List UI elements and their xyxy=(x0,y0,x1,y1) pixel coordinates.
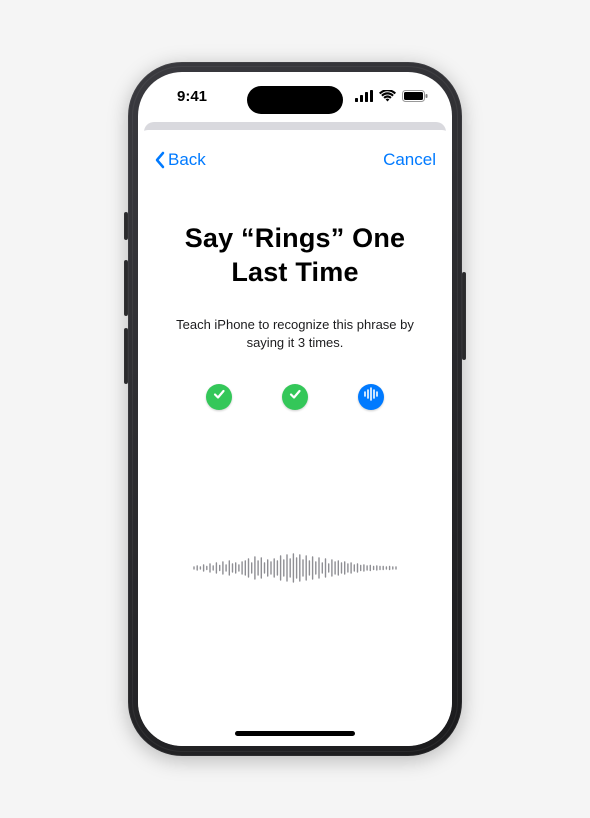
checkmark-icon xyxy=(212,387,226,406)
wifi-icon xyxy=(379,90,396,102)
recording-waveform xyxy=(154,545,436,596)
back-label: Back xyxy=(168,150,206,170)
nav-bar: Back Cancel xyxy=(154,142,436,178)
page-title: Say “Rings” One Last Time xyxy=(154,222,436,290)
phone-frame: 9:41 xyxy=(128,62,462,756)
back-button[interactable]: Back xyxy=(154,150,206,170)
battery-icon xyxy=(402,90,428,102)
status-time: 9:41 xyxy=(162,88,222,105)
attempt-2 xyxy=(282,384,308,410)
waveform-icon xyxy=(363,386,379,407)
volume-up-button xyxy=(124,260,128,316)
chevron-left-icon xyxy=(154,151,166,169)
page-subtitle: Teach iPhone to recognize this phrase by… xyxy=(154,316,436,352)
content-sheet: Back Cancel Say “Rings” One Last Time Te… xyxy=(138,130,452,746)
attempt-indicators xyxy=(154,384,436,410)
volume-down-button xyxy=(124,328,128,384)
screen: 9:41 xyxy=(138,72,452,746)
power-button xyxy=(462,272,466,360)
home-indicator[interactable] xyxy=(235,731,355,736)
attempt-3 xyxy=(358,384,384,410)
silence-switch xyxy=(124,212,128,240)
cellular-icon xyxy=(355,90,373,102)
checkmark-icon xyxy=(288,387,302,406)
dynamic-island xyxy=(247,86,343,114)
attempt-1 xyxy=(206,384,232,410)
cancel-button[interactable]: Cancel xyxy=(383,150,436,170)
